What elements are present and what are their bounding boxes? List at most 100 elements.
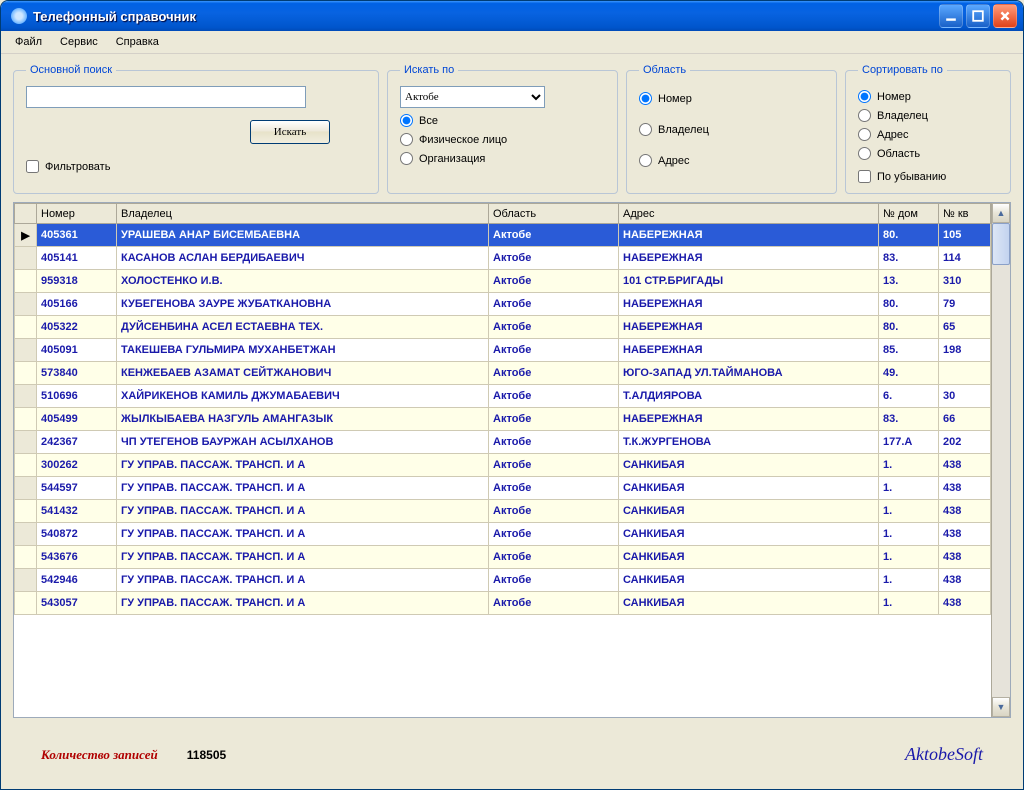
row-indicator[interactable] bbox=[15, 477, 37, 500]
cell-house[interactable]: 1. bbox=[879, 569, 939, 592]
cell-flat[interactable]: 310 bbox=[939, 270, 991, 293]
cell-region[interactable]: Актобе bbox=[489, 293, 619, 316]
cell-region[interactable]: Актобе bbox=[489, 592, 619, 615]
row-indicator[interactable] bbox=[15, 339, 37, 362]
cell-address[interactable]: НАБЕРЕЖНАЯ bbox=[619, 339, 879, 362]
table-row[interactable]: 405499ЖЫЛКЫБАЕВА НАЗГУЛЬ АМАНГАЗЫКАктобе… bbox=[15, 408, 991, 431]
cell-flat[interactable]: 438 bbox=[939, 569, 991, 592]
row-indicator[interactable] bbox=[15, 592, 37, 615]
col-flat[interactable]: № кв bbox=[939, 204, 991, 224]
row-indicator[interactable] bbox=[15, 316, 37, 339]
cell-region[interactable]: Актобе bbox=[489, 362, 619, 385]
sort-radio-owner[interactable]: Владелец bbox=[858, 109, 998, 122]
cell-number[interactable]: 541432 bbox=[37, 500, 117, 523]
cell-region[interactable]: Актобе bbox=[489, 500, 619, 523]
results-table[interactable]: Номер Владелец Область Адрес № дом № кв … bbox=[14, 203, 991, 615]
cell-house[interactable]: 49. bbox=[879, 362, 939, 385]
cell-region[interactable]: Актобе bbox=[489, 477, 619, 500]
cell-house[interactable]: 83. bbox=[879, 247, 939, 270]
cell-number[interactable]: 540872 bbox=[37, 523, 117, 546]
cell-region[interactable]: Актобе bbox=[489, 270, 619, 293]
table-row[interactable]: 405091ТАКЕШЕВА ГУЛЬМИРА МУХАНБЕТЖАНАктоб… bbox=[15, 339, 991, 362]
cell-owner[interactable]: ГУ УПРАВ. ПАССАЖ. ТРАНСП. И А bbox=[117, 569, 489, 592]
table-row[interactable]: 959318ХОЛОСТЕНКО И.В.Актобе101 СТР.БРИГА… bbox=[15, 270, 991, 293]
table-row[interactable]: 543676ГУ УПРАВ. ПАССАЖ. ТРАНСП. И ААктоб… bbox=[15, 546, 991, 569]
minimize-button[interactable] bbox=[939, 4, 963, 28]
cell-flat[interactable]: 438 bbox=[939, 546, 991, 569]
cell-flat[interactable]: 105 bbox=[939, 224, 991, 247]
cell-flat[interactable]: 114 bbox=[939, 247, 991, 270]
cell-address[interactable]: САНКИБАЯ bbox=[619, 500, 879, 523]
col-address[interactable]: Адрес bbox=[619, 204, 879, 224]
close-button[interactable] bbox=[993, 4, 1017, 28]
cell-flat[interactable]: 438 bbox=[939, 592, 991, 615]
cell-house[interactable]: 80. bbox=[879, 224, 939, 247]
cell-number[interactable]: 510696 bbox=[37, 385, 117, 408]
maximize-button[interactable] bbox=[966, 4, 990, 28]
cell-flat[interactable]: 438 bbox=[939, 523, 991, 546]
cell-house[interactable]: 1. bbox=[879, 454, 939, 477]
cell-flat[interactable]: 438 bbox=[939, 454, 991, 477]
cell-owner[interactable]: КАСАНОВ АСЛАН БЕРДИБАЕВИЧ bbox=[117, 247, 489, 270]
sort-radio-number[interactable]: Номер bbox=[858, 90, 998, 103]
table-row[interactable]: ▶405361УРАШЕВА АНАР БИСЕМБАЕВНААктобеНАБ… bbox=[15, 224, 991, 247]
cell-number[interactable]: 543057 bbox=[37, 592, 117, 615]
sort-desc-checkbox[interactable]: По убыванию bbox=[858, 170, 998, 183]
cell-flat[interactable]: 66 bbox=[939, 408, 991, 431]
cell-owner[interactable]: ЖЫЛКЫБАЕВА НАЗГУЛЬ АМАНГАЗЫК bbox=[117, 408, 489, 431]
cell-region[interactable]: Актобе bbox=[489, 454, 619, 477]
search-input[interactable] bbox=[26, 86, 306, 108]
table-row[interactable]: 405322ДУЙСЕНБИНА АСЕЛ ЕСТАЕВНА ТЕХ.Актоб… bbox=[15, 316, 991, 339]
cell-region[interactable]: Актобе bbox=[489, 569, 619, 592]
col-region[interactable]: Область bbox=[489, 204, 619, 224]
cell-address[interactable]: НАБЕРЕЖНАЯ bbox=[619, 293, 879, 316]
cell-region[interactable]: Актобе bbox=[489, 408, 619, 431]
menu-help[interactable]: Справка bbox=[108, 34, 167, 50]
cell-owner[interactable]: ГУ УПРАВ. ПАССАЖ. ТРАНСП. И А bbox=[117, 454, 489, 477]
cell-flat[interactable] bbox=[939, 362, 991, 385]
region-radio-owner[interactable]: Владелец bbox=[639, 123, 824, 136]
sort-radio-address[interactable]: Адрес bbox=[858, 128, 998, 141]
cell-address[interactable]: Т.АЛДИЯРОВА bbox=[619, 385, 879, 408]
cell-owner[interactable]: ТАКЕШЕВА ГУЛЬМИРА МУХАНБЕТЖАН bbox=[117, 339, 489, 362]
cell-house[interactable]: 1. bbox=[879, 477, 939, 500]
cell-flat[interactable]: 65 bbox=[939, 316, 991, 339]
cell-number[interactable]: 405091 bbox=[37, 339, 117, 362]
cell-owner[interactable]: ГУ УПРАВ. ПАССАЖ. ТРАНСП. И А bbox=[117, 592, 489, 615]
row-indicator[interactable] bbox=[15, 385, 37, 408]
cell-address[interactable]: САНКИБАЯ bbox=[619, 546, 879, 569]
cell-number[interactable]: 959318 bbox=[37, 270, 117, 293]
cell-number[interactable]: 300262 bbox=[37, 454, 117, 477]
cell-flat[interactable]: 30 bbox=[939, 385, 991, 408]
scroll-track[interactable] bbox=[992, 265, 1010, 697]
cell-house[interactable]: 80. bbox=[879, 316, 939, 339]
filter-checkbox-input[interactable] bbox=[26, 160, 39, 173]
cell-owner[interactable]: КЕНЖЕБАЕВ АЗАМАТ СЕЙТЖАНОВИЧ bbox=[117, 362, 489, 385]
row-indicator[interactable] bbox=[15, 362, 37, 385]
row-indicator[interactable] bbox=[15, 247, 37, 270]
row-indicator[interactable] bbox=[15, 523, 37, 546]
cell-house[interactable]: 6. bbox=[879, 385, 939, 408]
col-house[interactable]: № дом bbox=[879, 204, 939, 224]
cell-address[interactable]: Т.К.ЖУРГЕНОВА bbox=[619, 431, 879, 454]
cell-address[interactable]: САНКИБАЯ bbox=[619, 523, 879, 546]
row-indicator[interactable] bbox=[15, 454, 37, 477]
cell-flat[interactable]: 202 bbox=[939, 431, 991, 454]
table-row[interactable]: 300262ГУ УПРАВ. ПАССАЖ. ТРАНСП. И ААктоб… bbox=[15, 454, 991, 477]
row-indicator[interactable]: ▶ bbox=[15, 224, 37, 247]
cell-address[interactable]: НАБЕРЕЖНАЯ bbox=[619, 247, 879, 270]
cell-region[interactable]: Актобе bbox=[489, 431, 619, 454]
search-button[interactable]: Искать bbox=[250, 120, 330, 144]
cell-number[interactable]: 242367 bbox=[37, 431, 117, 454]
cell-owner[interactable]: ГУ УПРАВ. ПАССАЖ. ТРАНСП. И А bbox=[117, 523, 489, 546]
scroll-up-icon[interactable]: ▲ bbox=[992, 203, 1010, 223]
row-indicator[interactable] bbox=[15, 408, 37, 431]
cell-house[interactable]: 80. bbox=[879, 293, 939, 316]
filter-checkbox[interactable]: Фильтровать bbox=[26, 160, 110, 173]
table-row[interactable]: 510696ХАЙРИКЕНОВ КАМИЛЬ ДЖУМАБАЕВИЧАктоб… bbox=[15, 385, 991, 408]
cell-address[interactable]: САНКИБАЯ bbox=[619, 477, 879, 500]
cell-owner[interactable]: ГУ УПРАВ. ПАССАЖ. ТРАНСП. И А bbox=[117, 477, 489, 500]
cell-owner[interactable]: ХОЛОСТЕНКО И.В. bbox=[117, 270, 489, 293]
cell-region[interactable]: Актобе bbox=[489, 224, 619, 247]
table-row[interactable]: 540872ГУ УПРАВ. ПАССАЖ. ТРАНСП. И ААктоб… bbox=[15, 523, 991, 546]
